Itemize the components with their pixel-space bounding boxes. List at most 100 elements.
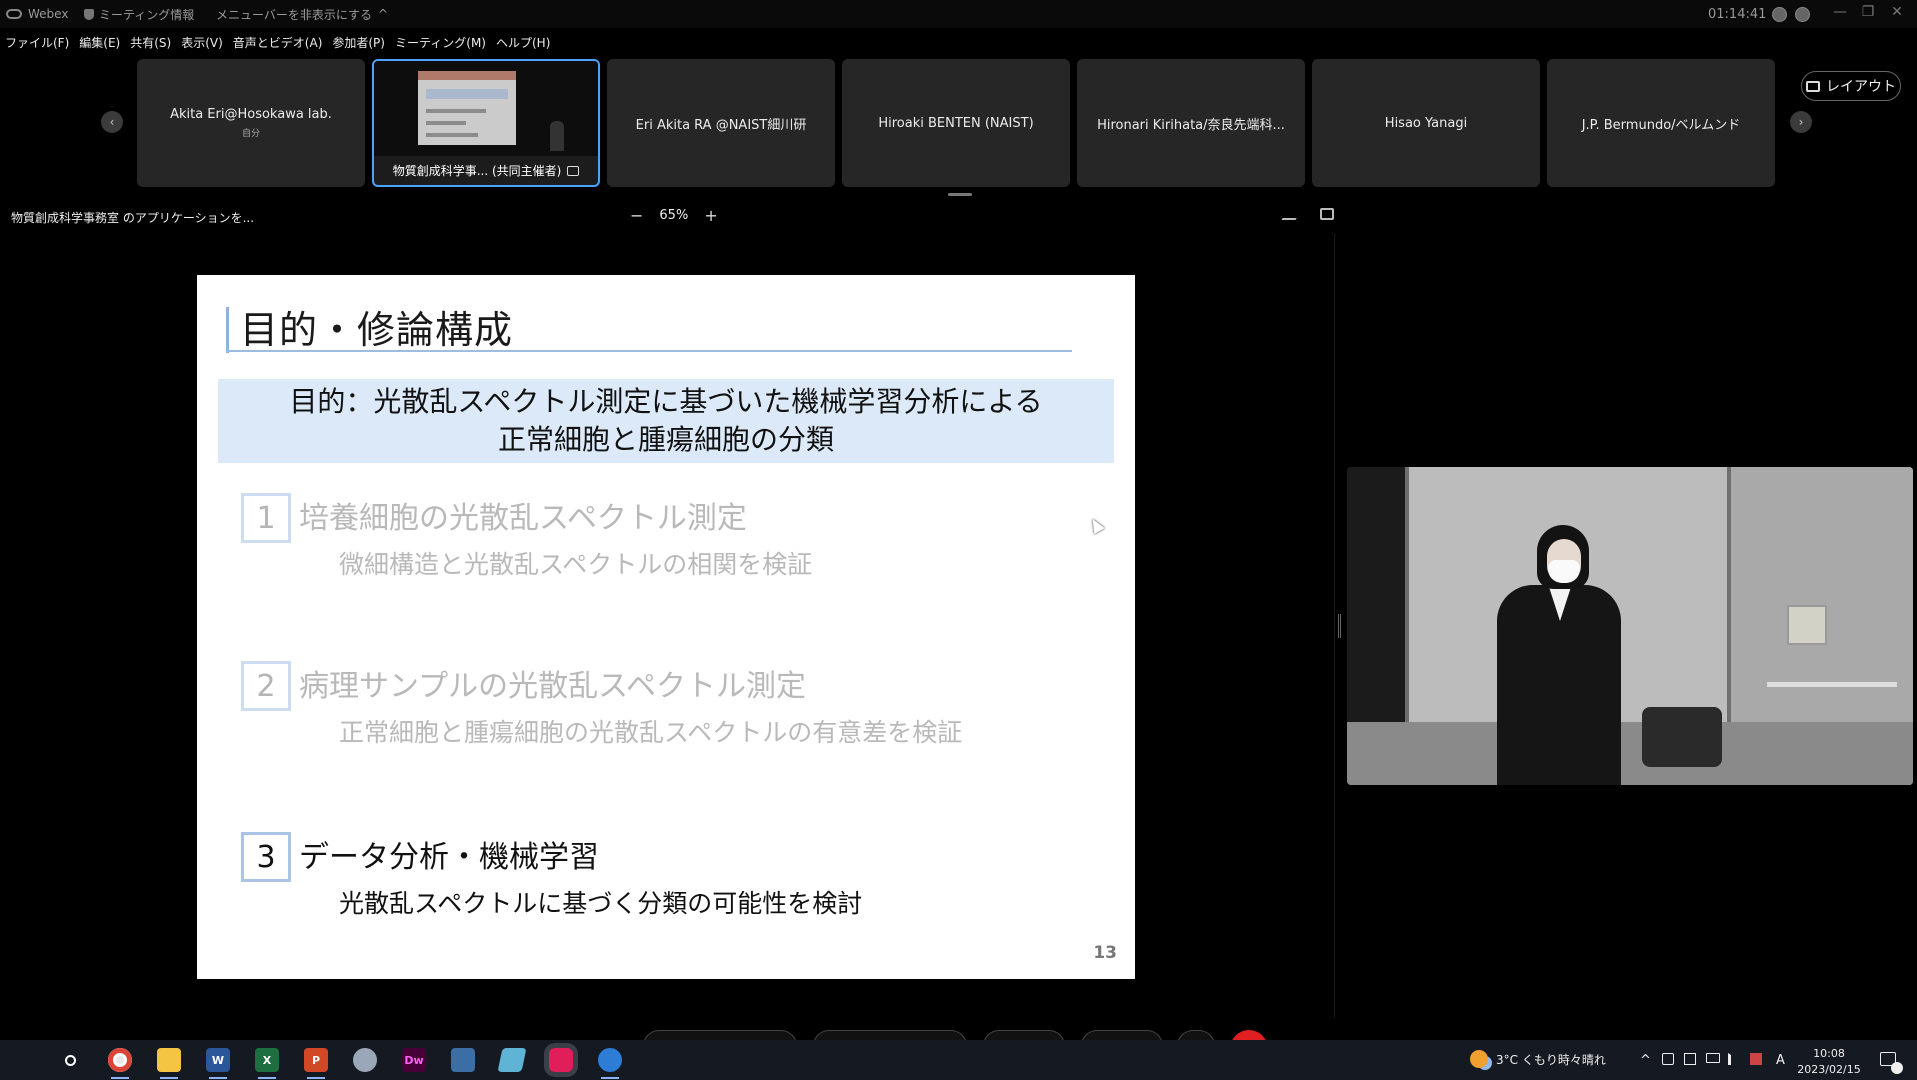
shield-icon bbox=[84, 8, 94, 20]
mini-presenter bbox=[550, 121, 564, 151]
presenter-mask bbox=[1548, 560, 1580, 583]
presenter-video[interactable] bbox=[1347, 467, 1913, 785]
zoom-out-button[interactable]: − bbox=[630, 206, 643, 225]
app-brand: Webex bbox=[0, 7, 82, 21]
tray-overflow-icon[interactable]: ^ bbox=[1640, 1053, 1651, 1068]
layout-button[interactable]: レイアウト bbox=[1801, 71, 1901, 101]
ime-mode-icon[interactable]: A bbox=[1776, 1053, 1785, 1068]
meeting-info-label: ミーティング情報 bbox=[99, 7, 195, 22]
network-health-icon[interactable] bbox=[1795, 7, 1810, 22]
running-indicator bbox=[160, 1077, 178, 1079]
slide-page-number: 13 bbox=[1093, 943, 1117, 963]
close-button[interactable]: ✕ bbox=[1887, 4, 1907, 20]
word-icon[interactable]: W bbox=[206, 1048, 230, 1072]
video-wall-box bbox=[1787, 605, 1827, 645]
participant-caption: 物質創成科学事... (共同主催者) bbox=[385, 156, 588, 185]
windows-start-icon[interactable] bbox=[10, 1050, 30, 1070]
chrome-icon[interactable] bbox=[108, 1048, 132, 1072]
purpose-line: 正常細胞と腫瘍細胞の分類 bbox=[497, 423, 834, 456]
meeting-info-button[interactable]: ミーティング情報 bbox=[84, 6, 214, 23]
hide-menubar-label: メニューバーを非表示にする bbox=[216, 7, 373, 22]
menu-help[interactable]: ヘルプ(H) bbox=[491, 34, 555, 54]
security-icon[interactable] bbox=[1750, 1053, 1762, 1065]
step-number: 2 bbox=[241, 661, 291, 711]
weather-text: 3°C くもり時々晴れ bbox=[1496, 1052, 1606, 1067]
sharing-icon bbox=[567, 165, 580, 176]
display-icon[interactable] bbox=[1684, 1053, 1696, 1065]
layout-label: レイアウト bbox=[1826, 79, 1896, 95]
participant-name: J.P. Bermundo/ベルムンド bbox=[1581, 117, 1741, 133]
participant-tile[interactable]: Hisao Yanagi bbox=[1312, 59, 1540, 187]
participant-name: 物質創成科学事... (共同主催者) bbox=[392, 164, 562, 178]
participant-tile[interactable]: Hironari Kirihata/奈良先端科... bbox=[1077, 59, 1305, 187]
menu-view[interactable]: 表示(V) bbox=[176, 34, 228, 54]
mini-slide-line bbox=[426, 121, 466, 125]
running-indicator bbox=[209, 1077, 227, 1079]
mini-slide bbox=[418, 71, 516, 145]
powerpoint-icon[interactable]: P bbox=[304, 1048, 328, 1072]
mini-slide-line bbox=[426, 109, 486, 113]
step-heading: 培養細胞の光散乱スペクトル測定 bbox=[299, 501, 747, 536]
network-icon[interactable] bbox=[1706, 1053, 1720, 1063]
purpose-line: 目的：光散乱スペクトル測定に基づいた機械学習分析による bbox=[289, 385, 1043, 418]
menu-audio-video[interactable]: 音声とビデオ(A) bbox=[228, 34, 328, 54]
zoom-controls: − 65% + bbox=[630, 206, 718, 225]
title-accent-bar bbox=[226, 307, 229, 353]
shared-content-thumbnail bbox=[374, 61, 598, 156]
mini-slide-band bbox=[426, 89, 508, 99]
windows-taskbar bbox=[0, 1040, 1917, 1080]
participant-tile-active-sharer[interactable]: 物質創成科学事... (共同主催者) bbox=[372, 59, 600, 187]
app-icon[interactable] bbox=[353, 1048, 377, 1072]
weather-widget[interactable]: 3°C くもり時々晴れ bbox=[1470, 1050, 1606, 1068]
menu-bar: ファイル(F) 編集(E) 共有(S) 表示(V) 音声とビデオ(A) 参加者(… bbox=[0, 34, 555, 54]
file-explorer-icon[interactable] bbox=[157, 1048, 181, 1072]
mini-slide-line bbox=[426, 133, 478, 137]
restore-button[interactable]: ❐ bbox=[1858, 4, 1878, 20]
app-icon[interactable] bbox=[451, 1048, 475, 1072]
webex-logo-icon bbox=[6, 9, 22, 19]
participant-self-label: 自分 bbox=[241, 129, 260, 139]
menu-share[interactable]: 共有(S) bbox=[125, 34, 176, 54]
window-title-bar: Webex ミーティング情報 メニューバーを非表示にする ^ 01:14:41 … bbox=[0, 0, 1917, 28]
participant-tile[interactable]: Eri Akita RA @NAIST細川研 bbox=[607, 59, 835, 187]
hide-menubar-button[interactable]: メニューバーを非表示にする ^ bbox=[216, 6, 388, 23]
menu-file[interactable]: ファイル(F) bbox=[0, 34, 74, 54]
participant-name: Hisao Yanagi bbox=[1384, 115, 1468, 131]
menu-edit[interactable]: 編集(E) bbox=[74, 34, 125, 54]
participant-tile[interactable]: J.P. Bermundo/ベルムンド bbox=[1547, 59, 1775, 187]
zoom-in-button[interactable]: + bbox=[704, 206, 717, 225]
menu-meeting[interactable]: ミーティング(M) bbox=[390, 34, 491, 54]
slack-icon[interactable] bbox=[549, 1048, 573, 1072]
menu-participants[interactable]: 参加者(P) bbox=[327, 34, 390, 54]
popout-icon[interactable] bbox=[1320, 208, 1334, 220]
chevron-right-icon[interactable]: › bbox=[1790, 111, 1812, 133]
purpose-banner: 目的：光散乱スペクトル測定に基づいた機械学習分析による 正常細胞と腫瘍細胞の分類 bbox=[218, 379, 1114, 463]
recording-status-icon[interactable] bbox=[1772, 7, 1787, 22]
excel-icon[interactable]: X bbox=[255, 1048, 279, 1072]
dreamweaver-icon[interactable]: Dw bbox=[402, 1048, 426, 1072]
app-name: Webex bbox=[28, 7, 69, 21]
participant-name: Akita Eri@Hosokawa lab. bbox=[170, 107, 332, 122]
meeting-elapsed-time: 01:14:41 bbox=[1708, 7, 1767, 22]
device-icon[interactable] bbox=[1662, 1053, 1674, 1065]
app-icon[interactable] bbox=[497, 1048, 527, 1072]
step-description: 正常細胞と腫瘍細胞の光散乱スペクトルの有意差を検証 bbox=[339, 718, 963, 747]
participant-tile[interactable]: Akita Eri@Hosokawa lab. 自分 bbox=[137, 59, 365, 187]
minimize-button[interactable]: — bbox=[1830, 4, 1850, 20]
volume-icon[interactable] bbox=[1728, 1053, 1740, 1065]
weather-cloud-sun-icon bbox=[1470, 1050, 1488, 1068]
notification-badge bbox=[1891, 1062, 1903, 1074]
webex-icon[interactable] bbox=[598, 1048, 622, 1072]
panel-splitter[interactable] bbox=[1338, 614, 1341, 638]
panel-divider bbox=[1334, 234, 1335, 1018]
zoom-level[interactable]: 65% bbox=[659, 208, 688, 223]
strip-resize-handle[interactable] bbox=[948, 193, 972, 196]
step-description: 光散乱スペクトルに基づく分類の可能性を検討 bbox=[339, 889, 863, 918]
step-number: 3 bbox=[241, 832, 291, 882]
participant-tile[interactable]: Hiroaki BENTEN (NAIST) bbox=[842, 59, 1070, 187]
running-indicator bbox=[601, 1077, 619, 1079]
annotate-icon[interactable] bbox=[1281, 208, 1303, 220]
search-icon[interactable] bbox=[58, 1048, 82, 1072]
system-clock[interactable]: 10:08 2023/02/15 bbox=[1797, 1046, 1861, 1078]
chevron-left-icon[interactable]: ‹ bbox=[101, 111, 123, 133]
